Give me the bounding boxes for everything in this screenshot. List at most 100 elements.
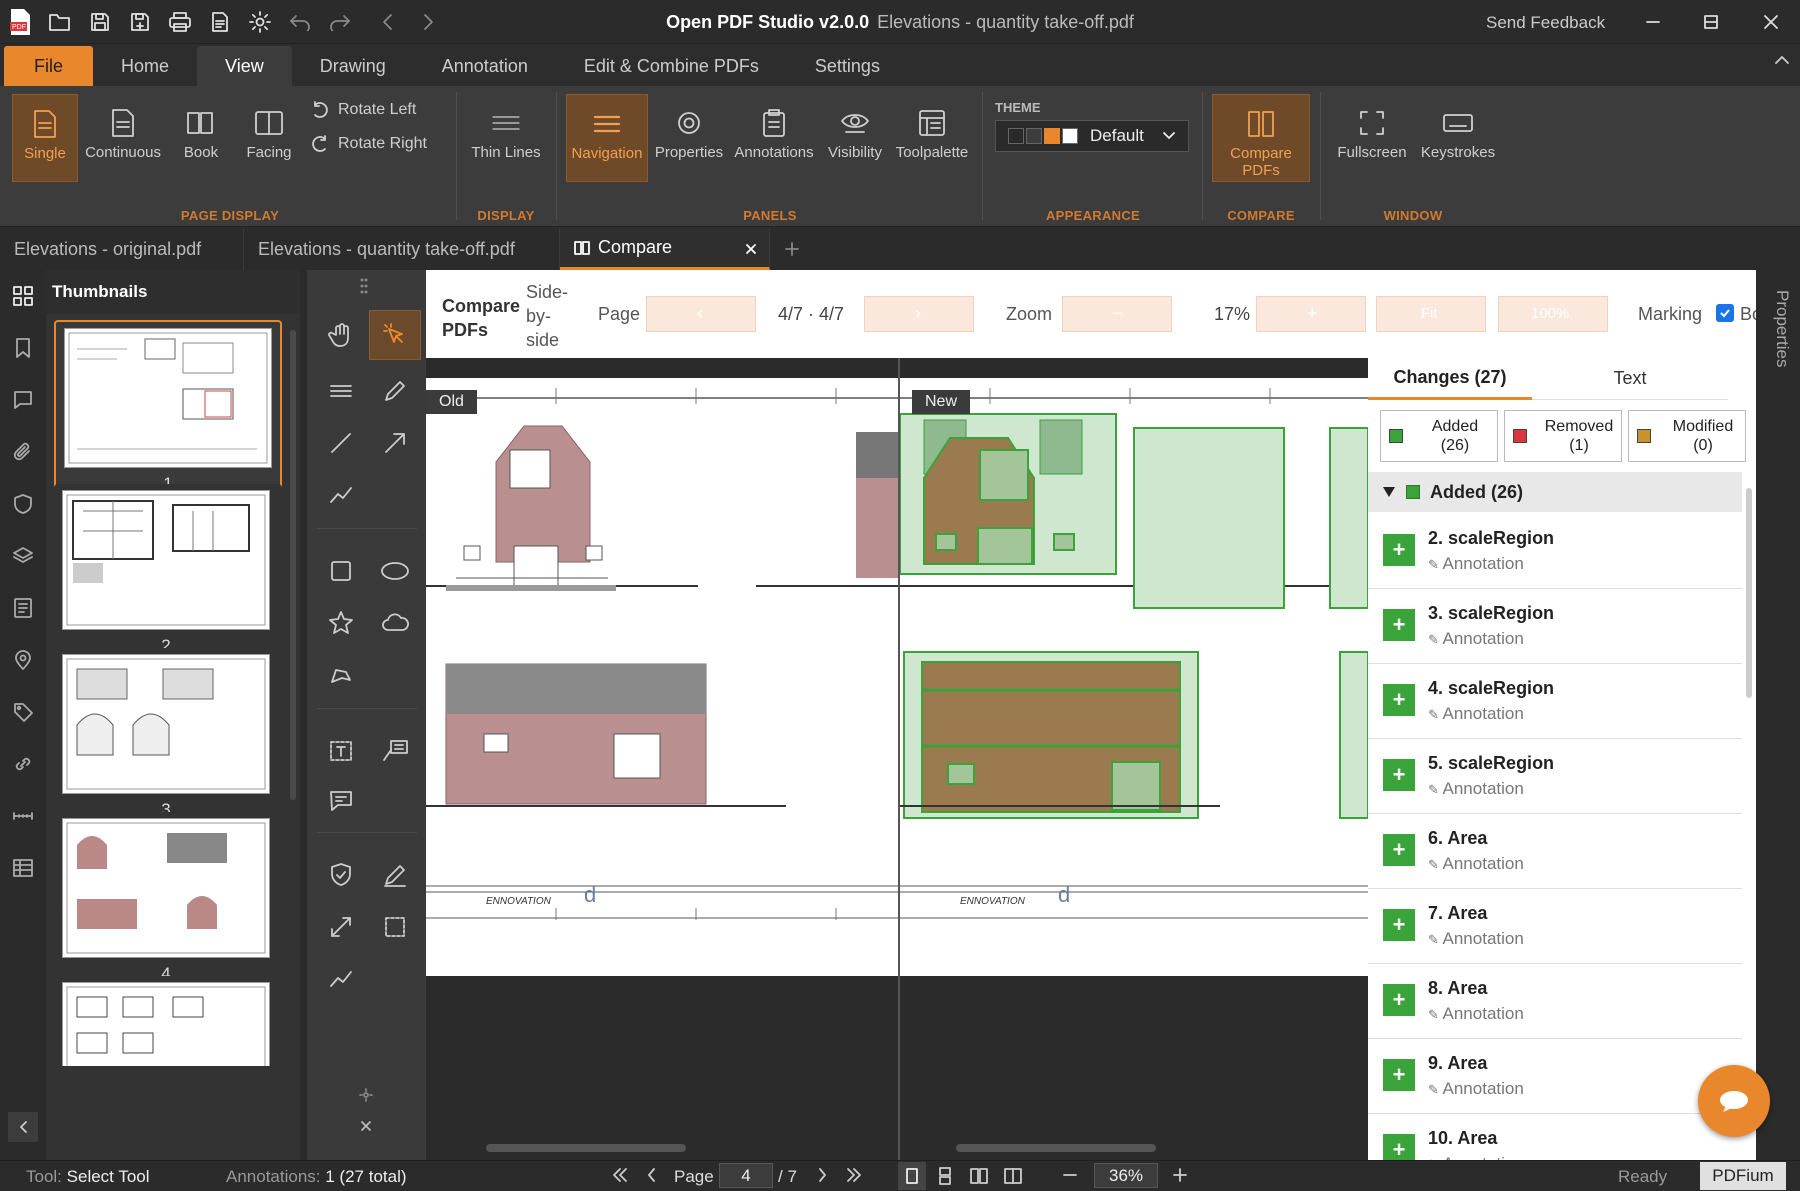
properties-side-tab[interactable]: Properties	[1762, 290, 1792, 400]
bookmark-icon[interactable]	[0, 322, 46, 374]
select-tool-icon[interactable]	[369, 310, 421, 360]
continuous-view-icon[interactable]	[938, 1167, 952, 1185]
measure-perimeter-tool-icon[interactable]	[315, 954, 367, 1004]
filter-added[interactable]: Added (26)	[1380, 410, 1498, 462]
link-icon[interactable]	[0, 738, 46, 790]
tab-file[interactable]: File	[4, 46, 94, 86]
settings-gear-icon[interactable]	[240, 0, 280, 44]
properties-button[interactable]: Properties	[652, 94, 726, 182]
forward-arrow-icon[interactable]	[408, 0, 448, 44]
redo-icon[interactable]	[320, 0, 360, 44]
annotations-button[interactable]: Annotations	[732, 94, 816, 182]
measure-icon[interactable]	[0, 790, 46, 842]
single-view-icon[interactable]	[898, 1162, 926, 1190]
note-tool-icon[interactable]	[315, 776, 367, 826]
change-list-item[interactable]: +5. scaleRegion ✎ Annotation	[1368, 739, 1742, 814]
shield-icon[interactable]	[0, 478, 46, 530]
fit-button[interactable]: Fit	[1376, 296, 1486, 332]
change-list-item[interactable]: +4. scaleRegion ✎ Annotation	[1368, 664, 1742, 739]
arrow-tool-icon[interactable]	[369, 418, 421, 468]
back-arrow-icon[interactable]	[368, 0, 408, 44]
next-page-button[interactable]: ›	[864, 296, 974, 332]
old-page[interactable]: ENNOVATION d Old	[426, 378, 898, 976]
polyline-tool-icon[interactable]	[315, 470, 367, 520]
zoom-out-button[interactable]: −	[1062, 296, 1172, 332]
palette-close-icon[interactable]	[360, 1120, 372, 1132]
new-tab-icon[interactable]	[770, 228, 814, 270]
zoom-input[interactable]: 36%	[1094, 1163, 1158, 1188]
location-pin-icon[interactable]	[0, 634, 46, 686]
save-icon[interactable]	[80, 0, 120, 44]
next-page-icon[interactable]	[816, 1167, 828, 1183]
document-properties-icon[interactable]	[200, 0, 240, 44]
tab-settings[interactable]: Settings	[787, 46, 908, 86]
prev-page-icon[interactable]	[646, 1167, 658, 1183]
minimize-button[interactable]	[1624, 0, 1682, 44]
tag-icon[interactable]	[0, 686, 46, 738]
close-tab-icon[interactable]	[745, 243, 757, 255]
navigation-button[interactable]: Navigation	[566, 94, 648, 182]
continuous-button[interactable]: Continuous	[85, 94, 161, 182]
thumbnail-page-1[interactable]: 1	[54, 320, 282, 502]
line-tool-icon[interactable]	[315, 418, 367, 468]
doc-tab-original[interactable]: Elevations - original.pdf	[0, 228, 244, 270]
hand-tool-icon[interactable]	[315, 310, 367, 360]
thumbnail-page-5[interactable]	[54, 976, 282, 1066]
star-tool-icon[interactable]	[315, 598, 367, 648]
change-list-item[interactable]: +10. Area✎ Annotation	[1368, 1114, 1742, 1160]
table-icon[interactable]	[0, 842, 46, 894]
change-list-item[interactable]: +3. scaleRegion ✎ Annotation	[1368, 589, 1742, 664]
open-folder-icon[interactable]	[40, 0, 80, 44]
facing-button[interactable]: Facing	[240, 94, 298, 182]
palette-settings-icon[interactable]	[359, 1088, 373, 1102]
new-horizontal-scrollbar[interactable]	[956, 1144, 1156, 1152]
book-view-icon[interactable]	[970, 1167, 988, 1185]
changes-scrollbar[interactable]	[1746, 488, 1752, 698]
book-button[interactable]: Book	[172, 94, 230, 182]
first-page-icon[interactable]	[612, 1167, 628, 1183]
filter-modified[interactable]: Modified (0)	[1628, 410, 1746, 462]
doc-tab-compare[interactable]: Compare	[560, 228, 770, 270]
change-list-item[interactable]: +9. Area ✎ Annotation	[1368, 1039, 1742, 1114]
collapse-sidebar-icon[interactable]	[8, 1112, 38, 1142]
tab-annotation[interactable]: Annotation	[414, 46, 556, 86]
tab-drawing[interactable]: Drawing	[292, 46, 414, 86]
actual-size-button[interactable]: 100%	[1498, 296, 1608, 332]
keystrokes-button[interactable]: Keystrokes	[1414, 94, 1502, 182]
rotate-left-button[interactable]: Rotate Left	[310, 100, 416, 120]
tab-edit-combine[interactable]: Edit & Combine PDFs	[556, 46, 787, 86]
group-header-added[interactable]: Added (26)	[1368, 472, 1742, 512]
thumbnail-page-3[interactable]: 3	[54, 648, 282, 830]
filter-removed[interactable]: Removed (1)	[1504, 410, 1622, 462]
thin-lines-button[interactable]: Thin Lines	[466, 94, 546, 182]
cloud-tool-icon[interactable]	[369, 598, 421, 648]
thumbnail-page-4[interactable]: 4	[54, 812, 282, 994]
layers-icon[interactable]	[0, 530, 46, 582]
undo-icon[interactable]	[280, 0, 320, 44]
pencil-tool-icon[interactable]	[369, 366, 421, 416]
rectangle-tool-icon[interactable]	[315, 546, 367, 596]
send-feedback-link[interactable]: Send Feedback	[1486, 13, 1605, 33]
change-list-item[interactable]: +7. Area ✎ Annotation	[1368, 889, 1742, 964]
visibility-button[interactable]: Visibility	[820, 94, 890, 182]
facing-view-icon[interactable]	[1004, 1167, 1022, 1185]
thumbnails-scrollbar[interactable]	[290, 330, 296, 800]
compare-pdfs-button[interactable]: Compare PDFs	[1212, 94, 1310, 182]
thumbnail-page-2[interactable]: 2	[54, 484, 282, 666]
form-icon[interactable]	[0, 582, 46, 634]
tab-home[interactable]: Home	[93, 46, 197, 86]
old-horizontal-scrollbar[interactable]	[486, 1144, 686, 1152]
change-list-item[interactable]: +6. Area ✎ Annotation	[1368, 814, 1742, 889]
text-lines-tool-icon[interactable]	[315, 366, 367, 416]
new-page[interactable]: ENNOVATION d New	[900, 378, 1368, 976]
comment-icon[interactable]	[0, 374, 46, 426]
compare-mode[interactable]: Side- by- side	[526, 280, 568, 352]
stamp-shield-tool-icon[interactable]	[315, 850, 367, 900]
tab-view[interactable]: View	[197, 46, 292, 86]
rotate-right-button[interactable]: Rotate Right	[310, 134, 427, 154]
page-number-input[interactable]: 4	[719, 1163, 773, 1188]
change-list-item[interactable]: +2. scaleRegion ✎ Annotation	[1368, 514, 1742, 589]
print-icon[interactable]	[160, 0, 200, 44]
zoom-in-button[interactable]: +	[1256, 296, 1366, 332]
callout-tool-icon[interactable]	[369, 726, 421, 776]
